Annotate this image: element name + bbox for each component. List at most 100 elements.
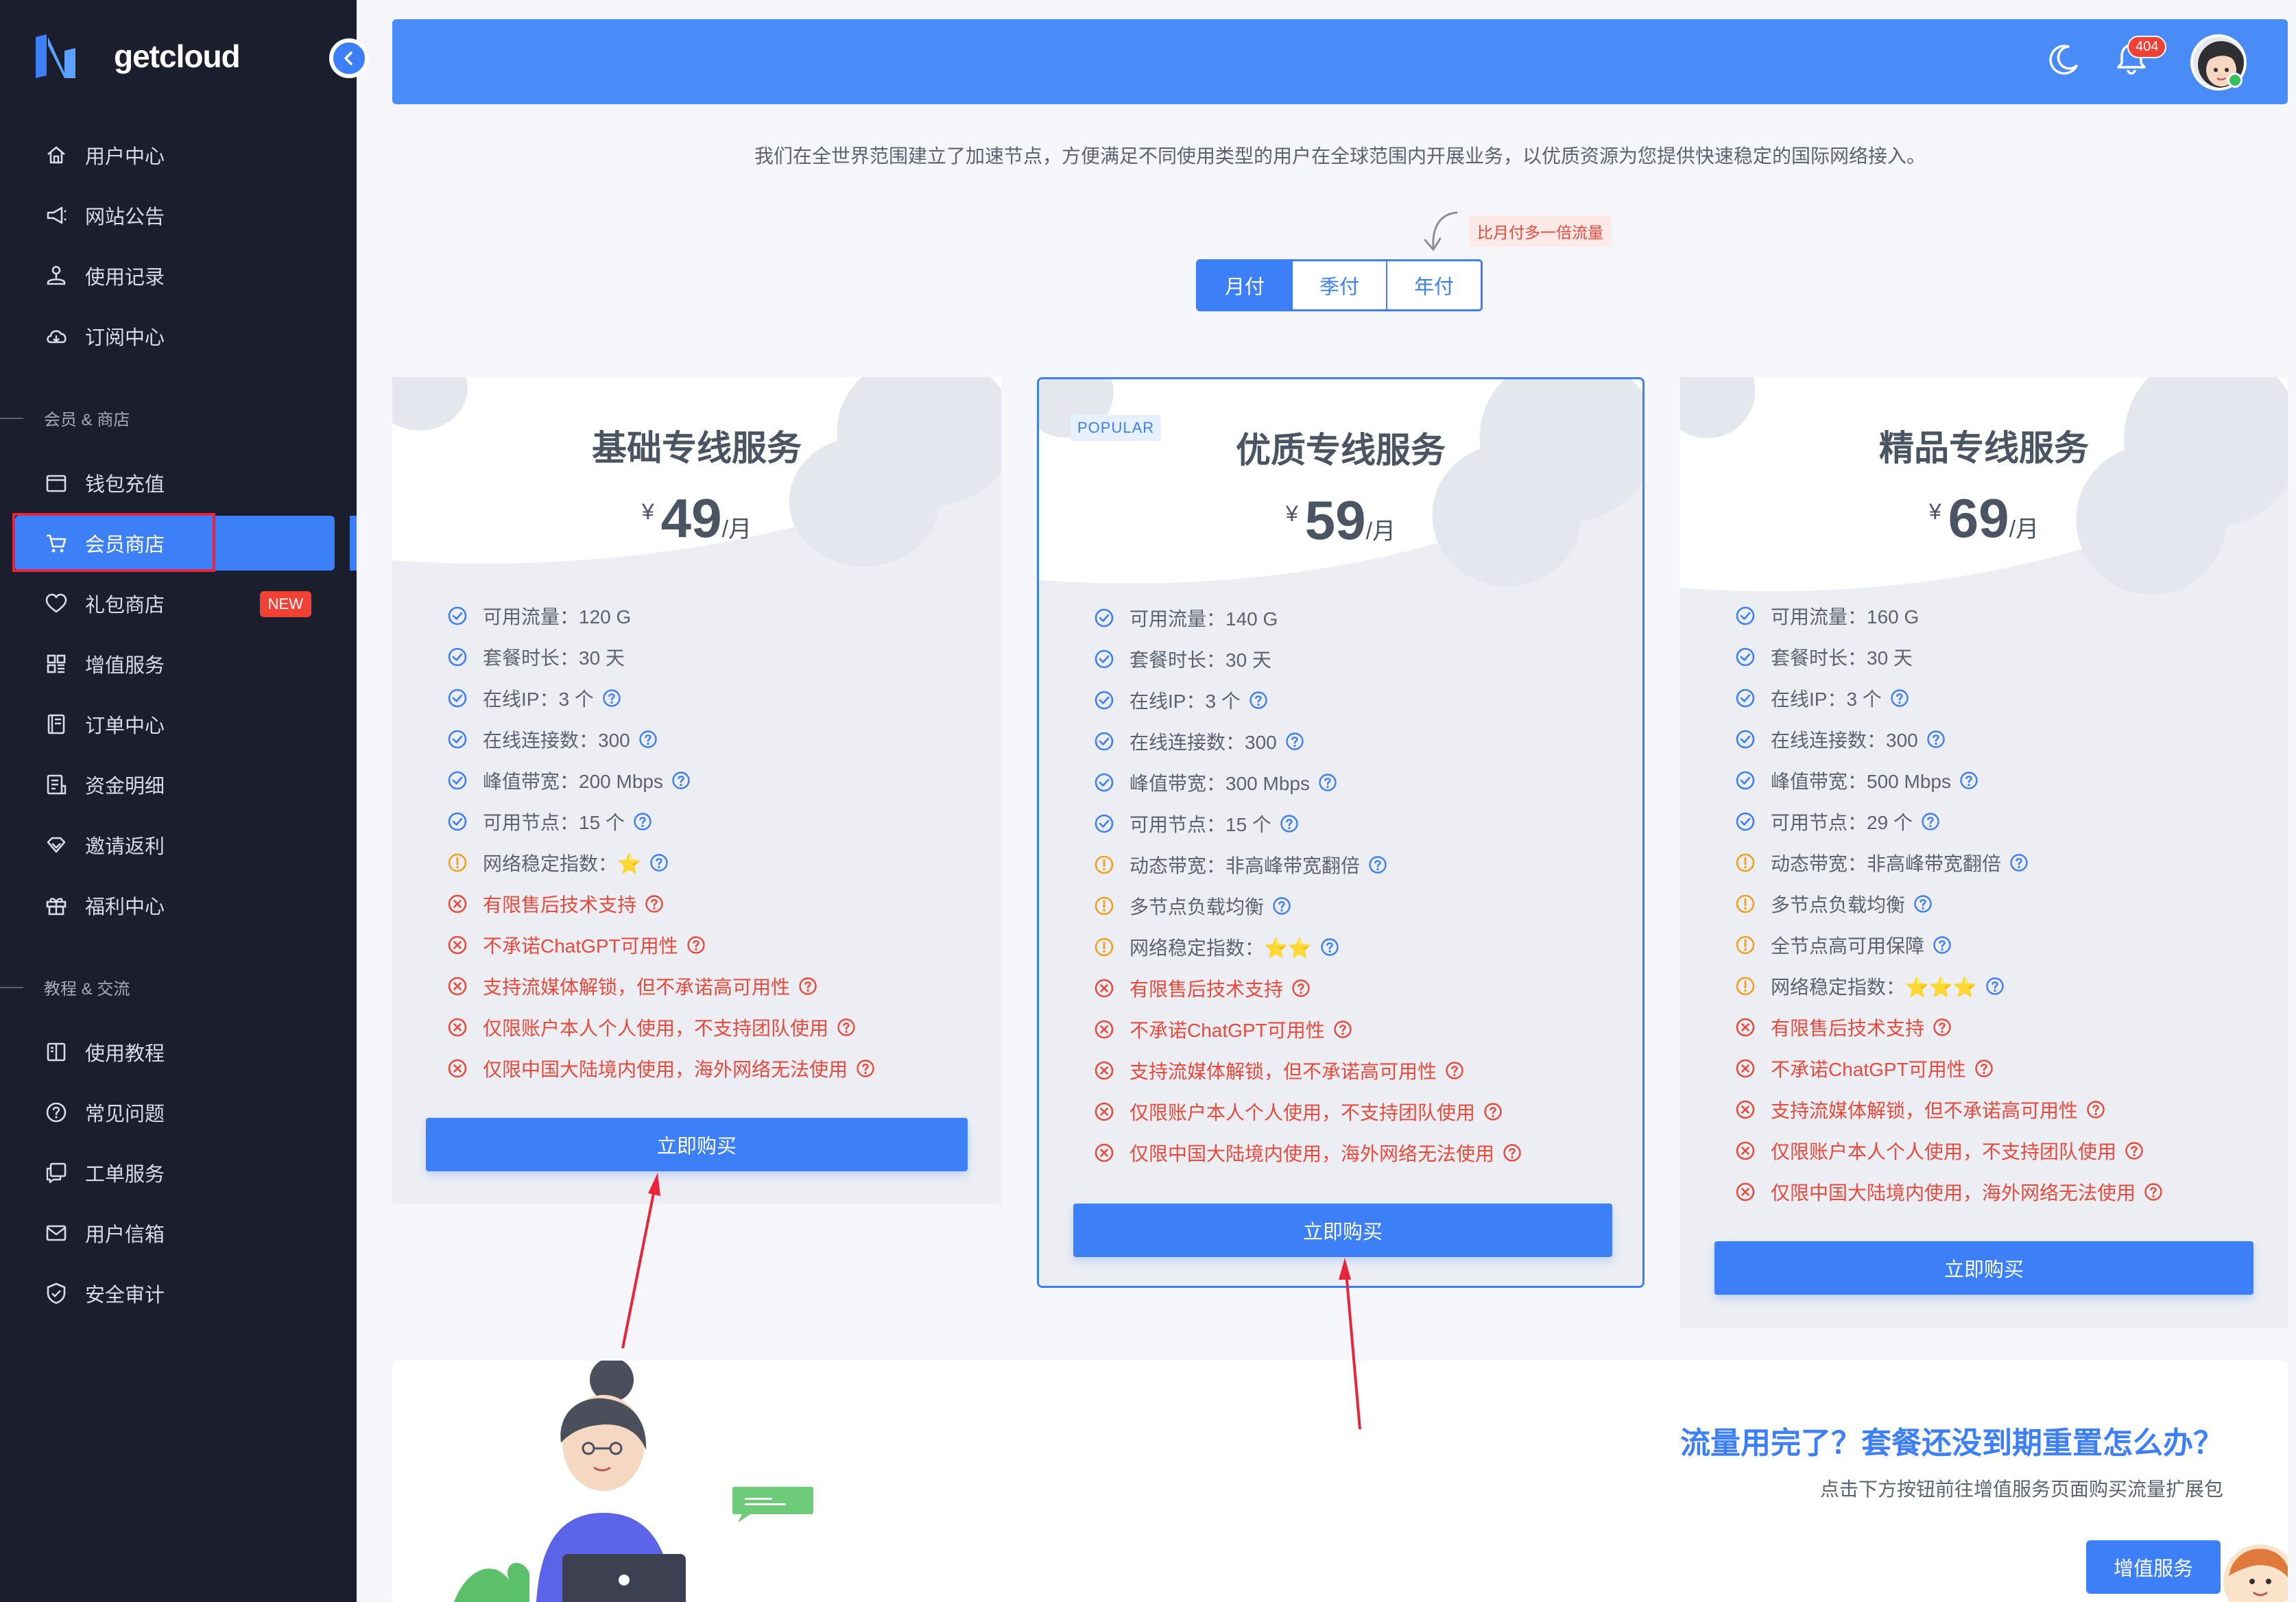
help-question-icon[interactable]: [1933, 935, 1952, 955]
check-circle-icon: [1095, 608, 1114, 627]
help-question-icon[interactable]: [633, 812, 652, 831]
dark-mode-moon-icon[interactable]: [2045, 40, 2083, 78]
x-circle-icon: [448, 977, 467, 996]
help-question-icon[interactable]: [1890, 689, 1909, 708]
help-question-icon[interactable]: [1291, 979, 1311, 998]
help-question-icon[interactable]: [1503, 1143, 1522, 1162]
sidebar-item-label: 福利中心: [85, 896, 165, 918]
feature-item: 峰值带宽：500 Mbps: [1735, 760, 2288, 801]
warning-circle-icon: [1736, 853, 1755, 872]
feature-text: 不承诺ChatGPT可用性: [483, 935, 678, 957]
help-question-icon[interactable]: [1285, 732, 1304, 751]
sidebar-item-heart[interactable]: 礼包商店 NEW: [15, 576, 335, 631]
price-unit: /月: [721, 516, 752, 542]
sidebar-item-mail[interactable]: 用户信箱: [15, 1206, 335, 1260]
sidebar-item-orders[interactable]: 订单中心: [15, 697, 335, 752]
feature-text: 在线IP：3 个: [1771, 689, 1882, 710]
x-circle-icon: [1736, 1100, 1755, 1119]
help-question-icon[interactable]: [1272, 896, 1291, 916]
help-question-icon[interactable]: [798, 977, 817, 996]
megaphone-icon: [47, 206, 67, 224]
help-question-icon[interactable]: [638, 730, 658, 749]
feature-text: 仅限中国大陆境内使用，海外网络无法使用: [1771, 1182, 2136, 1204]
sidebar-item-book[interactable]: 使用教程: [15, 1025, 335, 1079]
help-question-icon[interactable]: [1926, 730, 1946, 749]
feature-text: 可用节点：15 个: [483, 812, 625, 833]
help-question-icon[interactable]: [2009, 853, 2029, 872]
help-question-icon[interactable]: [1913, 894, 1933, 913]
addon-services-button[interactable]: 增值服务: [2086, 1540, 2221, 1594]
feature-text: 在线IP：3 个: [1129, 691, 1241, 712]
tab-yearly[interactable]: 年付: [1386, 261, 1481, 309]
brand-logo[interactable]: getcloud: [30, 30, 241, 82]
feature-item: 多节点负载均衡: [1094, 885, 1642, 926]
sidebar-item-shield[interactable]: 安全审计: [15, 1266, 335, 1321]
feature-item: 可用节点：29 个: [1735, 801, 2288, 842]
feature-item: 仅限账户本人个人使用，不支持团队使用: [1094, 1091, 1642, 1132]
buy-now-button[interactable]: 立即购买: [1714, 1241, 2253, 1295]
sidebar-item-ledger[interactable]: 资金明细: [15, 757, 335, 812]
help-question-icon[interactable]: [645, 894, 664, 913]
help-question-icon[interactable]: [649, 853, 669, 872]
warning-circle-icon: [448, 853, 467, 872]
sidebar-item-megaphone[interactable]: 网站公告: [15, 188, 335, 243]
help-question-icon[interactable]: [1974, 1059, 1994, 1078]
referral-icon: [47, 837, 66, 853]
tab-monthly[interactable]: 月付: [1198, 261, 1291, 309]
help-question-icon[interactable]: [602, 689, 621, 708]
buy-now-button[interactable]: 立即购买: [1073, 1204, 1612, 1257]
sidebar-item-gift[interactable]: 福利中心: [15, 878, 335, 933]
help-question-icon[interactable]: [1445, 1061, 1464, 1080]
sidebar-item-home[interactable]: 用户中心: [15, 128, 335, 182]
help-question-icon[interactable]: [1249, 691, 1268, 710]
help-question-icon[interactable]: [1921, 812, 1940, 831]
feature-text: 全节点高可用保障: [1771, 935, 1925, 957]
help-question-icon[interactable]: [686, 935, 706, 955]
help-question-icon[interactable]: [1933, 1018, 1952, 1037]
check-circle-icon: [1095, 649, 1114, 669]
nav-section-shop: 会员 & 商店: [0, 406, 130, 430]
help-question-icon[interactable]: [1318, 773, 1337, 792]
warning-circle-icon: [1095, 937, 1114, 957]
sidebar-item-wallet[interactable]: 钱包充值: [15, 455, 335, 510]
collapse-sidebar-button[interactable]: [329, 38, 369, 78]
plan-price: ¥59/月: [1039, 489, 1642, 552]
sidebar-item-usage[interactable]: 使用记录: [15, 248, 335, 303]
help-question-icon[interactable]: [1333, 1020, 1352, 1039]
sidebar-item-label: 常见问题: [85, 1103, 165, 1125]
help-question-icon[interactable]: [1320, 937, 1339, 957]
help-question-icon[interactable]: [1280, 814, 1299, 833]
currency-symbol: ¥: [1285, 501, 1298, 526]
price-unit: /月: [1365, 518, 1396, 545]
feature-text: 仅限账户本人个人使用，不支持团队使用: [1129, 1102, 1476, 1123]
buy-now-button[interactable]: 立即购买: [426, 1118, 968, 1171]
feature-item: 仅限账户本人个人使用，不支持团队使用: [1735, 1130, 2288, 1171]
help-question-icon[interactable]: [1368, 855, 1387, 874]
help-question-icon[interactable]: [856, 1059, 875, 1078]
feature-item: 在线连接数：300: [447, 719, 1001, 760]
help-question-icon[interactable]: [671, 771, 691, 790]
plan-title: 基础专线服务: [591, 429, 802, 468]
warning-circle-icon: [1095, 855, 1114, 874]
help-question-icon[interactable]: [2144, 1182, 2163, 1202]
help-question-icon[interactable]: [2125, 1141, 2144, 1160]
sidebar-item-ticket[interactable]: 工单服务: [15, 1145, 335, 1200]
sidebar-item-referral[interactable]: 邀请返利: [15, 817, 335, 872]
notification-count-badge: 404: [2127, 36, 2167, 58]
help-question-icon[interactable]: [837, 1018, 856, 1037]
sidebar-item-question[interactable]: 常见问题: [15, 1085, 335, 1140]
sidebar-item-label: 邀请返利: [85, 836, 165, 858]
feature-text: 仅限账户本人个人使用，不支持团队使用: [1771, 1141, 2117, 1162]
help-question-icon[interactable]: [1985, 977, 2005, 996]
sidebar-item-grid[interactable]: 增值服务: [15, 636, 335, 691]
feature-item: 全节点高可用保障: [1735, 924, 2288, 966]
help-question-icon[interactable]: [2086, 1100, 2105, 1119]
help-question-icon[interactable]: [1483, 1102, 1503, 1121]
tab-quarterly[interactable]: 季付: [1291, 261, 1386, 309]
feature-text: 套餐时长：30 天: [1129, 649, 1271, 671]
feature-item: 套餐时长：30 天: [1094, 638, 1642, 680]
sidebar-item-label: 使用记录: [85, 267, 165, 289]
sidebar-item-cloud[interactable]: 订阅中心: [15, 309, 335, 363]
sidebar-item-label: 钱包充值: [85, 474, 165, 496]
help-question-icon[interactable]: [1959, 771, 1978, 790]
